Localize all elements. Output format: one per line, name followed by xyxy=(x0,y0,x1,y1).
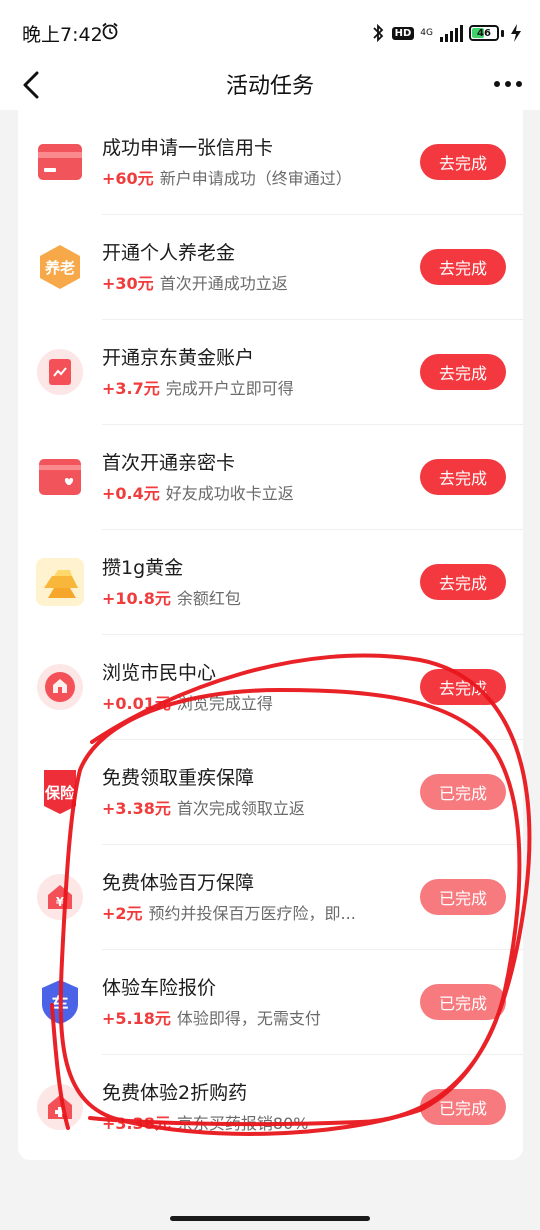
alarm-icon xyxy=(102,22,118,40)
task-row: 养老 开通个人养老金 +30元 首次开通成功立返 去完成 xyxy=(18,215,523,320)
task-subtitle: +3.38元 首次完成领取立返 xyxy=(102,795,412,819)
task-row: ¥ 免费体验百万保障 +2元 预约并投保百万医疗险，即... 已完成 xyxy=(18,845,523,950)
task-reward: +0.4元 xyxy=(102,484,160,503)
task-go-complete-button[interactable]: 去完成 xyxy=(420,249,506,285)
task-list: 成功申请一张信用卡 +60元 新户申请成功（终审通过） 去完成 养老 开通个人养老金 +30… xyxy=(18,110,523,1160)
task-title: 浏览市民中心 xyxy=(102,662,217,684)
nav-bar: 活动任务 xyxy=(0,64,540,110)
task-title: 成功申请一张信用卡 xyxy=(102,137,274,159)
task-row: 浏览市民中心 +0.01元 浏览完成立得 去完成 xyxy=(18,635,523,740)
status-time: 晚上7:42 xyxy=(22,24,103,46)
task-description: 完成开户立即可得 xyxy=(165,379,294,398)
status-bar: 晚上7:42 HD 4G 46 xyxy=(0,0,540,64)
task-title: 首次开通亲密卡 xyxy=(102,452,236,474)
network-label: 4G xyxy=(420,27,433,38)
medical-insurance-icon: ¥ xyxy=(36,873,84,921)
task-completed-button[interactable]: 已完成 xyxy=(420,774,506,810)
task-reward: +0.01元 xyxy=(102,694,171,713)
task-row: 开通京东黄金账户 +3.7元 完成开户立即可得 去完成 xyxy=(18,320,523,425)
bluetooth-icon xyxy=(372,23,383,43)
battery-icon: 46 xyxy=(469,25,499,41)
gold-bar-icon xyxy=(36,558,84,606)
task-subtitle: +10.8元 余额红包 xyxy=(102,585,412,609)
task-row: 攒1g黄金 +10.8元 余额红包 去完成 xyxy=(18,530,523,635)
family-card-icon xyxy=(36,453,84,501)
car-insurance-icon: 车 xyxy=(36,978,84,1026)
task-title: 开通京东黄金账户 xyxy=(102,347,255,369)
task-go-complete-button[interactable]: 去完成 xyxy=(420,144,506,180)
task-title: 开通个人养老金 xyxy=(102,242,236,264)
task-row: 保险 免费领取重疾保障 +3.38元 首次完成领取立返 已完成 xyxy=(18,740,523,845)
svg-text:车: 车 xyxy=(52,994,69,1015)
task-description: 余额红包 xyxy=(176,589,241,608)
task-reward: +5.18元 xyxy=(102,1009,171,1028)
insurance-icon: 保险 xyxy=(36,768,84,816)
task-title: 攒1g黄金 xyxy=(102,557,184,579)
page-title: 活动任务 xyxy=(225,74,314,99)
task-description: 浏览完成立得 xyxy=(176,694,273,713)
signal-icon xyxy=(440,25,463,42)
task-completed-button[interactable]: 已完成 xyxy=(420,984,506,1020)
task-reward: +2元 xyxy=(102,904,143,923)
task-reward: +60元 xyxy=(102,169,154,188)
gold-account-icon xyxy=(36,348,84,396)
task-reward: +3.7元 xyxy=(102,379,160,398)
task-subtitle: +60元 新户申请成功（终审通过） xyxy=(102,165,412,189)
task-row: 免费体验2折购药 +3.38元 京东买药报销80% 已完成 xyxy=(18,1055,523,1160)
task-title: 免费领取重疾保障 xyxy=(102,767,255,789)
task-subtitle: +5.18元 体验即得，无需支付 xyxy=(102,1005,412,1029)
task-subtitle: +3.38元 京东买药报销80% xyxy=(102,1110,412,1134)
task-go-complete-button[interactable]: 去完成 xyxy=(420,669,506,705)
task-reward: +30元 xyxy=(102,274,154,293)
task-description: 好友成功收卡立返 xyxy=(165,484,294,503)
task-description: 首次开通成功立返 xyxy=(159,274,288,293)
task-go-complete-button[interactable]: 去完成 xyxy=(420,564,506,600)
task-row: 首次开通亲密卡 +0.4元 好友成功收卡立返 去完成 xyxy=(18,425,523,530)
task-subtitle: +3.7元 完成开户立即可得 xyxy=(102,375,412,399)
task-description: 新户申请成功（终审通过） xyxy=(159,169,352,188)
task-subtitle: +2元 预约并投保百万医疗险，即... xyxy=(102,900,412,924)
task-subtitle: +0.01元 浏览完成立得 xyxy=(102,690,412,714)
task-title: 免费体验2折购药 xyxy=(102,1082,248,1104)
task-reward: +10.8元 xyxy=(102,589,171,608)
task-description: 首次完成领取立返 xyxy=(176,799,305,818)
task-title: 体验车险报价 xyxy=(102,977,217,999)
battery-level: 46 xyxy=(477,27,491,39)
task-description: 京东买药报销80% xyxy=(176,1114,309,1133)
task-go-complete-button[interactable]: 去完成 xyxy=(420,459,506,495)
charging-icon xyxy=(511,24,521,42)
task-completed-button[interactable]: 已完成 xyxy=(420,879,506,915)
task-reward: +3.38元 xyxy=(102,799,171,818)
task-subtitle: +30元 首次开通成功立返 xyxy=(102,270,412,294)
more-options-icon[interactable] xyxy=(492,74,524,94)
task-reward: +3.38元 xyxy=(102,1114,171,1133)
home-indicator xyxy=(170,1216,370,1221)
task-description: 体验即得，无需支付 xyxy=(176,1009,321,1028)
status-icons: HD 4G 46 xyxy=(370,20,522,46)
task-title: 免费体验百万保障 xyxy=(102,872,255,894)
task-completed-button[interactable]: 已完成 xyxy=(420,1089,506,1125)
battery-cap xyxy=(501,29,504,37)
task-subtitle: +0.4元 好友成功收卡立返 xyxy=(102,480,412,504)
credit-card-icon xyxy=(36,138,84,186)
hd-badge: HD xyxy=(391,26,415,40)
pension-icon: 养老 xyxy=(36,243,84,291)
task-description: 预约并投保百万医疗险，即... xyxy=(148,904,356,923)
task-row: 成功申请一张信用卡 +60元 新户申请成功（终审通过） 去完成 xyxy=(18,110,523,215)
citizen-center-icon xyxy=(36,663,84,711)
pharmacy-icon xyxy=(36,1083,84,1131)
svg-text:养老: 养老 xyxy=(44,259,75,277)
task-row: 车体验车险报价 +5.18元 体验即得，无需支付 已完成 xyxy=(18,950,523,1055)
svg-text:保险: 保险 xyxy=(44,784,76,802)
task-go-complete-button[interactable]: 去完成 xyxy=(420,354,506,390)
svg-text:¥: ¥ xyxy=(56,895,65,909)
